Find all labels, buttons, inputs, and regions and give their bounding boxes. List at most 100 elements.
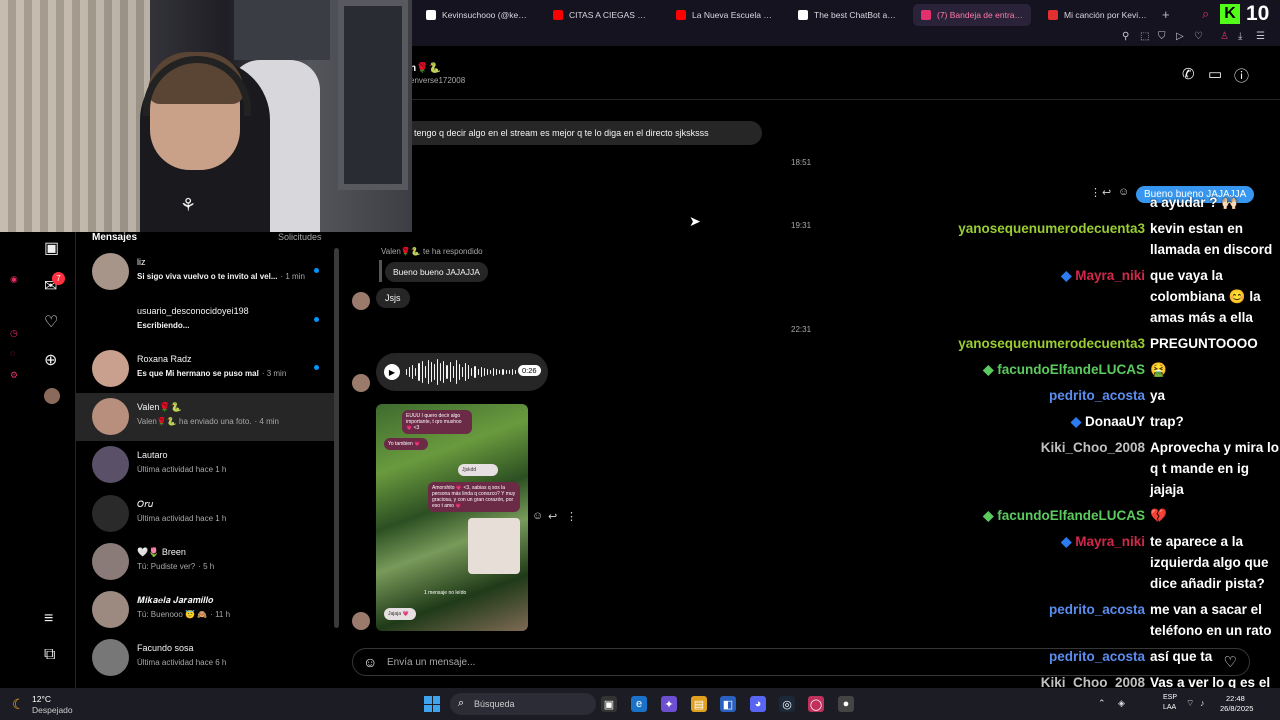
browser-tab[interactable]: (7) Bandeja de entrada • [913, 4, 1031, 26]
stream-chat-username[interactable]: pedrito_acosta [1049, 385, 1145, 406]
replied-message[interactable]: Bueno bueno JAJAJJA [385, 262, 488, 282]
reply-icon[interactable]: ↩ [548, 510, 557, 523]
browser-tab[interactable]: Mi canción por Kevin Mc [1040, 4, 1158, 26]
sender-avatar[interactable] [352, 374, 370, 392]
heart-icon[interactable]: ♡ [44, 312, 58, 332]
create-icon[interactable]: ⊕ [44, 350, 57, 370]
stream-chat-message: ◆ Mayra_niki te aparece a la izquierda al… [940, 531, 1280, 594]
conversation-item[interactable]: Roxana Radz Es que Mi hermano se puso mal… [76, 345, 334, 393]
search-icon[interactable]: ⌕ [1202, 6, 1209, 22]
conversation-item[interactable]: usuario_desconocidoyei198 Escribiendo... [76, 297, 334, 345]
reels-icon[interactable]: ▣ [44, 238, 59, 258]
photo-text: Amorshito 💗 <3, sabias q sos la persona … [428, 482, 520, 512]
clock-time[interactable]: 22:48 [1226, 694, 1245, 703]
conversation-item[interactable]: liz Si sigo viva vuelvo o te invito al ve… [76, 248, 334, 296]
conversation-scrollbar[interactable] [334, 248, 339, 628]
stream-chat-username[interactable]: yanosequenumerodecuenta3 [958, 218, 1145, 239]
file-explorer-icon[interactable]: ▤ [691, 696, 707, 712]
info-icon[interactable]: ⓘ [1234, 65, 1249, 86]
windows-start-icon[interactable] [424, 696, 440, 712]
weather-moon-icon[interactable]: ☾ [12, 696, 25, 713]
heart-icon[interactable]: ♡ [1194, 31, 1203, 42]
react-icon[interactable]: ☺ [532, 510, 543, 522]
taskbar-search[interactable]: ⌕ Búsqueda [450, 693, 596, 715]
stream-chat-text: kevin estan en llamada en discord [1150, 221, 1273, 257]
threads-icon[interactable]: ⧉ [44, 646, 55, 664]
stream-chat-username[interactable]: ◆ Mayra_niki [1061, 265, 1145, 286]
discord-icon[interactable]: ◕ [750, 696, 766, 712]
audio-waveform[interactable] [406, 358, 516, 386]
edge-icon[interactable]: e [631, 696, 647, 712]
stream-chat-username[interactable]: ◆ facundoElfandeLUCAS [983, 505, 1145, 526]
screenshot-icon[interactable]: ⬚ [1140, 31, 1149, 42]
download-icon[interactable]: ⤓ [1238, 31, 1242, 42]
sidebar-chat-icon[interactable]: ◌ [10, 348, 15, 358]
wifi-icon[interactable]: ⌔ [1186, 698, 1194, 709]
shield-icon[interactable]: ⛉ [1158, 31, 1166, 42]
browser-tab[interactable]: La Nueva Escuela - La C [668, 4, 780, 26]
play-icon[interactable]: ▶ [384, 364, 400, 380]
voice-message[interactable]: ▶ 0:26 [376, 353, 548, 391]
menu-icon[interactable]: ☰ [1256, 31, 1265, 42]
conversation-item[interactable]: Lautaro Última actividad hace 1 h [76, 441, 334, 489]
play-icon[interactable]: ▷ [1176, 31, 1184, 42]
requests-link[interactable]: Solicitudes [278, 232, 322, 242]
stream-chat-username[interactable]: ◆ Mayra_niki [1061, 531, 1145, 552]
profile-avatar[interactable] [44, 388, 60, 404]
waveform-bar [446, 365, 448, 379]
store-icon[interactable]: ◧ [720, 696, 736, 712]
sidebar-settings-icon[interactable]: ⚙ [10, 370, 18, 381]
weather-description[interactable]: Despejado [32, 705, 73, 715]
stream-chat-username[interactable]: Kiki_Choo_2008 [1041, 437, 1145, 458]
conversation-item[interactable]: Facundo sosa Última actividad hace 6 h [76, 634, 334, 682]
pin-icon[interactable]: ⚲ [1122, 31, 1129, 42]
stream-chat-username[interactable]: pedrito_acosta [1049, 599, 1145, 620]
more-icon[interactable]: ⋮ [566, 510, 577, 523]
language-indicator[interactable]: ESP [1163, 694, 1177, 701]
waveform-bar [409, 367, 411, 377]
stream-chat-username[interactable]: ◆ DonaaUY [1071, 411, 1145, 432]
keyboard-layout-indicator[interactable]: LAA [1163, 704, 1176, 711]
conversation-item[interactable]: Valen🌹🐍 Valen🌹🐍 ha enviado una foto. · 4 m… [76, 393, 334, 441]
opera-gx-icon[interactable]: ◯ [808, 696, 824, 712]
volume-icon[interactable]: ♪ [1200, 698, 1205, 708]
clock-date[interactable]: 26/8/2025 [1220, 704, 1253, 713]
waveform-bar [406, 369, 408, 375]
photo-text: EUUU I quero decir algo importante, t qr… [402, 410, 472, 434]
message-input-placeholder[interactable]: Envía un mensaje... [387, 657, 475, 668]
sender-avatar[interactable] [352, 292, 370, 310]
tab-favicon-icon [798, 10, 808, 20]
new-tab-button[interactable]: + [1162, 7, 1170, 22]
stream-chat-username[interactable]: ◆ facundoElfandeLUCAS [983, 359, 1145, 380]
copilot-icon[interactable]: ✦ [661, 696, 677, 712]
conversation-preview-text: Última actividad hace 1 h [137, 465, 227, 474]
waveform-bar [458, 364, 460, 380]
browser-tab[interactable]: Kevinsuchooo (@kevins [418, 4, 536, 26]
tray-chevron-icon[interactable]: ⌃ [1098, 698, 1106, 709]
conversation-item[interactable]: 𝘖𝘳𝘶 Última actividad hace 1 h [76, 490, 334, 538]
chat-contact-name[interactable]: n🌹🐍 [410, 63, 441, 74]
sidebar-radio-icon[interactable]: ◉ [10, 274, 18, 285]
weather-temperature[interactable]: 12°C [32, 694, 51, 704]
obs-icon[interactable]: ● [838, 696, 854, 712]
photo-message[interactable]: EUUU I quero decir algo importante, t qr… [376, 404, 528, 631]
task-view-icon[interactable]: ▣ [601, 696, 617, 712]
phone-call-icon[interactable]: ✆ [1182, 65, 1195, 83]
stream-chat-username[interactable]: yanosequenumerodecuenta3 [958, 333, 1145, 354]
tray-network-icon[interactable]: ◈ [1118, 698, 1125, 709]
steam-icon[interactable]: ◎ [779, 696, 795, 712]
emoji-icon[interactable]: ☺ [363, 654, 377, 670]
windows-taskbar: ☾ 12°C Despejado ⌕ Búsqueda ▣ e ✦ ▤ ◧ ◕ … [0, 688, 1280, 720]
conversation-preview-text: Escribiendo... [137, 321, 190, 330]
conversation-item[interactable]: 𝑴𝒊𝒌𝒂𝒆𝒍𝒂 𝑱𝒂𝒓𝒂𝒎𝒊𝒍𝒍𝒐 Tú: Buenooo 😇 🙈 · 11 h [76, 586, 334, 634]
stream-chat-username[interactable]: pedrito_acosta [1049, 646, 1145, 667]
search-icon: ⌕ [458, 697, 465, 709]
hamburger-menu-icon[interactable]: ≡ [44, 610, 53, 628]
browser-tab[interactable]: The best ChatBot and W [790, 4, 904, 26]
sender-avatar[interactable] [352, 612, 370, 630]
video-call-icon[interactable]: ▭ [1208, 65, 1222, 83]
profile-icon[interactable]: ♙ [1220, 31, 1229, 42]
sidebar-clock-icon[interactable]: ◷ [10, 328, 18, 339]
conversation-item[interactable]: 🤍🌷 Breen Tú: Pudiste ver? · 5 h [76, 538, 334, 586]
browser-tab[interactable]: CITAS A CIEGAS CON E [545, 4, 659, 26]
